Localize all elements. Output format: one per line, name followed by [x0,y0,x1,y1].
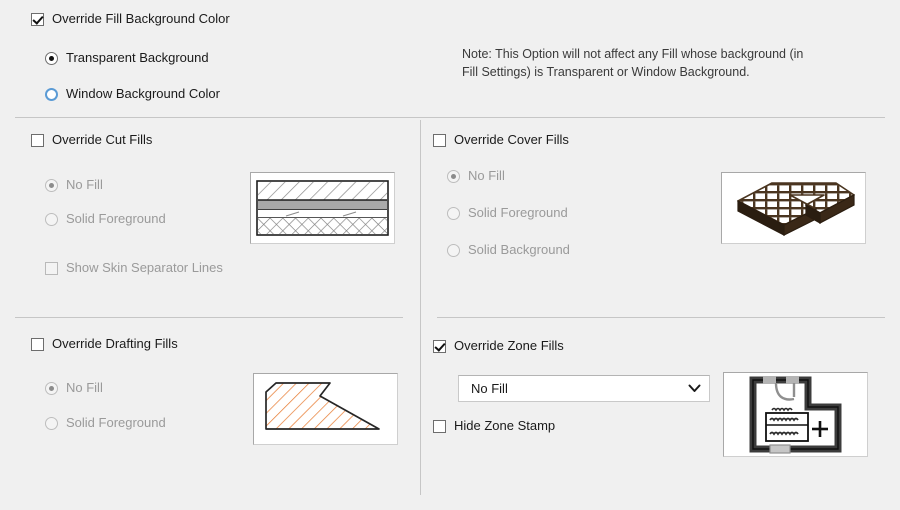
override-zone-fills-row[interactable]: Override Zone Fills [433,339,564,353]
override-fill-background-color-label: Override Fill Background Color [52,11,230,26]
cover-fills-solid-foreground-radio[interactable] [447,206,460,220]
window-background-color-option[interactable]: Window Background Color [45,87,220,101]
override-drafting-fills-row[interactable]: Override Drafting Fills [31,337,178,351]
cover-fills-solid-background-label: Solid Background [468,242,570,257]
override-zone-fills-label: Override Zone Fills [454,338,564,353]
cut-fills-solid-foreground-radio[interactable] [45,212,58,226]
divider-left-middle [15,317,403,318]
cut-fills-solid-foreground-label: Solid Foreground [66,211,166,226]
divider-right-middle [437,317,885,318]
zone-stamp-preview-icon [749,376,842,454]
cut-fills-preview [250,172,395,244]
override-cut-fills-checkbox[interactable] [31,133,44,147]
override-drafting-fills-label: Override Drafting Fills [52,336,178,351]
cover-fills-no-fill-option[interactable]: No Fill [447,169,505,183]
hide-zone-stamp-checkbox[interactable] [433,419,446,433]
background-override-note: Note: This Option will not affect any Fi… [462,47,804,79]
transparent-background-option[interactable]: Transparent Background [45,51,209,65]
transparent-background-radio[interactable] [45,51,58,65]
override-fill-background-color-row[interactable]: Override Fill Background Color [31,12,230,26]
hide-zone-stamp-row[interactable]: Hide Zone Stamp [433,419,555,433]
show-skin-separator-lines-row[interactable]: Show Skin Separator Lines [45,261,223,275]
cover-fills-solid-background-radio[interactable] [447,243,460,257]
drafting-fills-no-fill-label: No Fill [66,380,103,395]
divider-vertical [420,120,421,495]
override-cut-fills-label: Override Cut Fills [52,132,153,147]
show-skin-separator-lines-checkbox[interactable] [45,261,58,275]
override-fill-background-color-checkbox[interactable] [31,12,44,26]
cover-fills-no-fill-label: No Fill [468,168,505,183]
override-cover-fills-label: Override Cover Fills [454,132,569,147]
cover-fills-no-fill-radio[interactable] [447,169,460,183]
zone-fills-preview [723,372,868,457]
drafting-fills-no-fill-option[interactable]: No Fill [45,381,103,395]
window-background-color-radio[interactable] [45,87,58,101]
cover-fills-solid-foreground-option[interactable]: Solid Foreground [447,206,568,220]
show-skin-separator-lines-label: Show Skin Separator Lines [66,260,223,275]
override-drafting-fills-checkbox[interactable] [31,337,44,351]
zone-fill-dropdown-value: No Fill [471,381,508,396]
drafting-fills-solid-foreground-radio[interactable] [45,416,58,430]
wall-section-preview-icon [256,180,389,236]
cut-fills-solid-foreground-option[interactable]: Solid Foreground [45,212,166,226]
cut-fills-no-fill-label: No Fill [66,177,103,192]
zone-fill-dropdown[interactable]: No Fill [458,375,710,402]
cover-fills-solid-background-option[interactable]: Solid Background [447,243,570,257]
hide-zone-stamp-label: Hide Zone Stamp [454,418,556,433]
override-cover-fills-checkbox[interactable] [433,133,446,147]
isometric-slab-preview-icon [737,182,855,236]
cut-fills-no-fill-option[interactable]: No Fill [45,178,103,192]
cover-fills-preview [721,172,866,244]
window-background-color-label: Window Background Color [66,86,220,101]
transparent-background-label: Transparent Background [66,50,209,65]
drafting-fills-solid-foreground-option[interactable]: Solid Foreground [45,416,166,430]
override-zone-fills-checkbox[interactable] [433,339,446,353]
drafting-fills-no-fill-radio[interactable] [45,381,58,395]
divider-top [15,117,885,118]
drafting-fills-solid-foreground-label: Solid Foreground [66,415,166,430]
chevron-down-icon[interactable] [687,382,701,396]
hatched-polygon-preview-icon [265,382,380,430]
cover-fills-solid-foreground-label: Solid Foreground [468,205,568,220]
override-cut-fills-row[interactable]: Override Cut Fills [31,133,152,147]
drafting-fills-preview [253,373,398,445]
override-cover-fills-row[interactable]: Override Cover Fills [433,133,569,147]
cut-fills-no-fill-radio[interactable] [45,178,58,192]
